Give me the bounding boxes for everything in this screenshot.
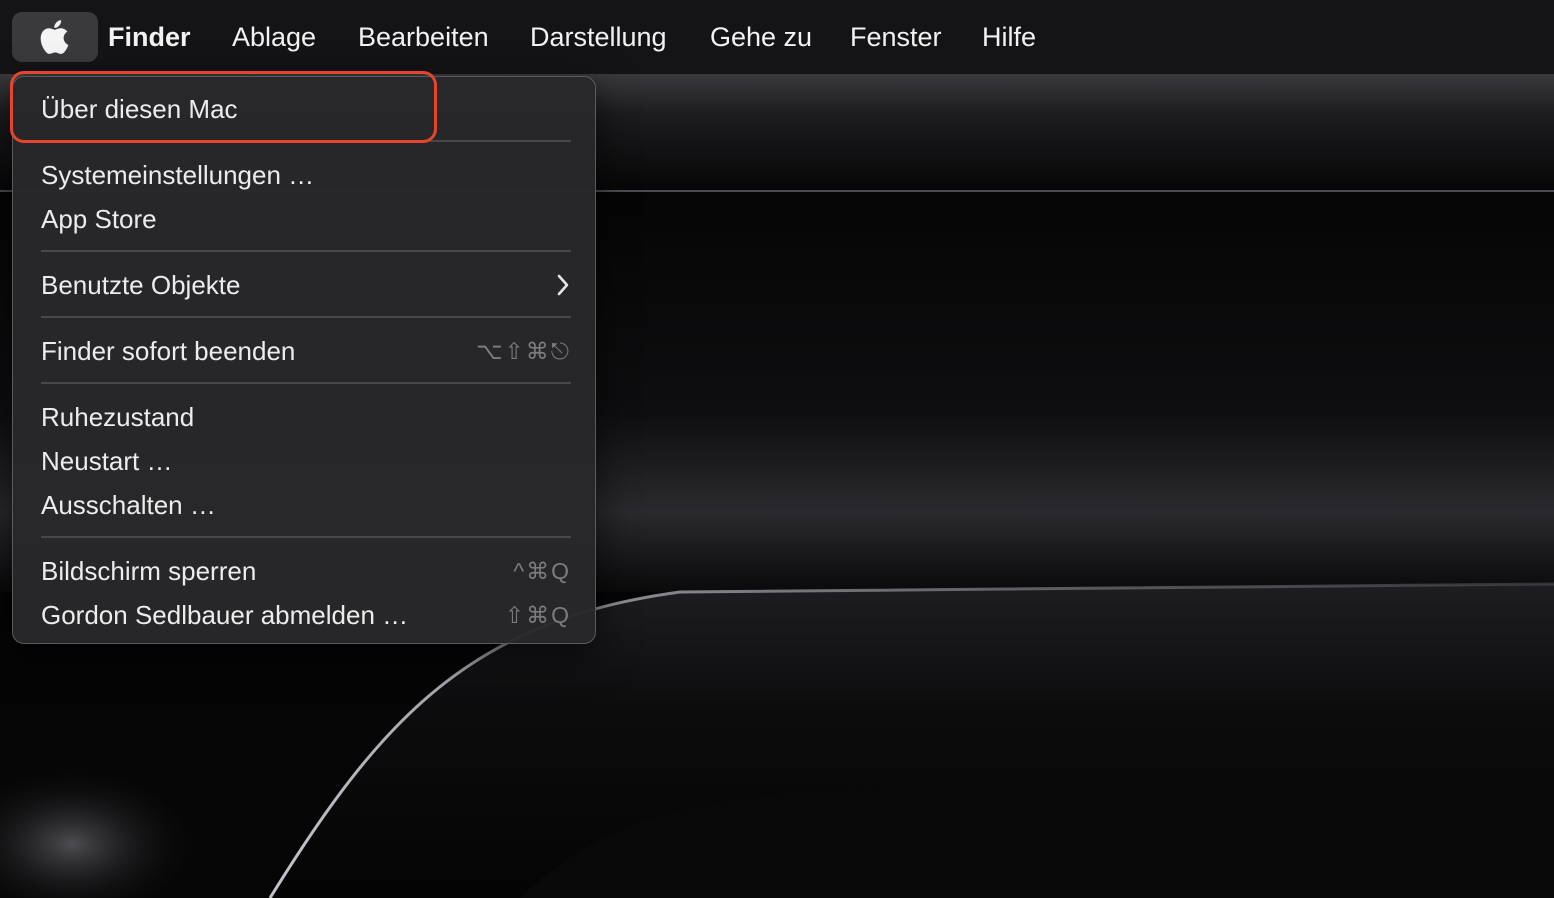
menu-item-restart[interactable]: Neustart …	[13, 439, 597, 483]
menu-separator	[41, 140, 571, 142]
menu-item-label: Bildschirm sperren	[41, 556, 257, 586]
menu-item-sleep[interactable]: Ruhezustand	[13, 395, 597, 439]
menu-item-label: Gordon Sedlbauer abmelden …	[41, 600, 409, 630]
menu-item-shut-down[interactable]: Ausschalten …	[13, 483, 597, 527]
menu-hilfe[interactable]: Hilfe	[982, 20, 1036, 54]
menu-item-label: Über diesen Mac	[41, 94, 238, 124]
menu-item-label: Ausschalten …	[41, 490, 216, 520]
menu-item-label: Systemeinstellungen …	[41, 160, 315, 190]
menu-item-lock-screen[interactable]: Bildschirm sperren ^⌘Q	[13, 549, 597, 593]
apple-menu-button[interactable]	[12, 12, 98, 62]
menu-bearbeiten[interactable]: Bearbeiten	[358, 20, 489, 54]
menu-item-log-out[interactable]: Gordon Sedlbauer abmelden … ⇧⌘Q	[13, 593, 597, 637]
menu-separator	[41, 382, 571, 384]
menu-item-label: App Store	[41, 204, 157, 234]
menu-item-label: Benutzte Objekte	[41, 270, 241, 300]
apple-logo-icon	[40, 20, 69, 54]
keyboard-shortcut: ^⌘Q	[513, 558, 571, 584]
keyboard-shortcut: ⇧⌘Q	[504, 602, 571, 628]
keyboard-shortcut: ⌥⇧⌘⎋	[476, 338, 571, 364]
menu-darstellung[interactable]: Darstellung	[530, 20, 667, 54]
menu-item-recent-items[interactable]: Benutzte Objekte	[13, 263, 597, 307]
menu-finder[interactable]: Finder	[108, 20, 191, 54]
menu-separator	[41, 250, 571, 252]
menu-item-about-this-mac[interactable]: Über diesen Mac	[13, 87, 597, 131]
menu-fenster[interactable]: Fenster	[850, 20, 942, 54]
menu-item-app-store[interactable]: App Store	[13, 197, 597, 241]
menu-item-label: Ruhezustand	[41, 402, 195, 432]
menu-bar: Finder Ablage Bearbeiten Darstellung Geh…	[0, 0, 1554, 74]
menu-item-force-quit[interactable]: Finder sofort beenden ⌥⇧⌘⎋	[13, 329, 597, 373]
menu-gehe-zu[interactable]: Gehe zu	[710, 20, 812, 54]
menu-item-label: Neustart …	[41, 446, 173, 476]
menu-ablage[interactable]: Ablage	[232, 20, 316, 54]
menu-item-system-settings[interactable]: Systemeinstellungen …	[13, 153, 597, 197]
menu-item-label: Finder sofort beenden	[41, 336, 296, 366]
menu-separator	[41, 536, 571, 538]
menu-separator	[41, 316, 571, 318]
apple-dropdown-menu: Über diesen Mac Systemeinstellungen … Ap…	[12, 76, 596, 644]
chevron-right-icon	[557, 274, 569, 296]
